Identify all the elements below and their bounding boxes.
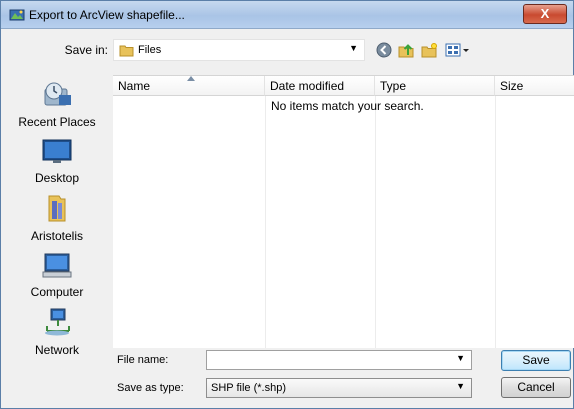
cancel-button[interactable]: Cancel bbox=[501, 377, 571, 398]
save-as-type-label: Save as type: bbox=[117, 382, 184, 394]
empty-message: No items match your search. bbox=[271, 99, 424, 113]
views-icon[interactable] bbox=[445, 41, 471, 59]
close-icon: X bbox=[540, 6, 550, 21]
place-recent-places[interactable]: Recent Places bbox=[9, 81, 105, 129]
save-in-value: Files bbox=[138, 44, 162, 56]
chevron-down-icon: ▼ bbox=[456, 381, 465, 391]
file-name-label: File name: bbox=[117, 354, 169, 366]
place-label: Recent Places bbox=[18, 115, 96, 129]
column-divider bbox=[265, 96, 266, 348]
close-button[interactable]: X bbox=[523, 4, 567, 24]
column-header-type[interactable]: Type bbox=[375, 76, 495, 96]
desktop-icon bbox=[42, 139, 72, 163]
save-button[interactable]: Save bbox=[501, 350, 571, 371]
place-label: Aristotelis bbox=[30, 229, 83, 243]
places-bar: Recent Places Desktop Aristotelis Comput… bbox=[9, 75, 105, 397]
place-network[interactable]: Network bbox=[9, 307, 105, 357]
save-in-label: Save in: bbox=[64, 43, 108, 57]
up-folder-icon[interactable] bbox=[398, 41, 415, 59]
chevron-down-icon: ▼ bbox=[349, 43, 358, 53]
computer-icon bbox=[42, 253, 72, 278]
column-header-date-modified[interactable]: Date modified bbox=[265, 76, 375, 96]
place-aristotelis[interactable]: Aristotelis bbox=[9, 193, 105, 243]
place-computer[interactable]: Computer bbox=[9, 251, 105, 299]
folder-icon bbox=[119, 45, 134, 57]
place-desktop[interactable]: Desktop bbox=[9, 137, 105, 185]
column-header-size[interactable]: Size bbox=[495, 76, 574, 96]
new-folder-icon[interactable] bbox=[421, 41, 438, 59]
column-header-name[interactable]: Name bbox=[113, 76, 265, 96]
app-icon bbox=[9, 9, 25, 21]
sort-up-icon bbox=[187, 76, 195, 81]
window-title: Export to ArcView shapefile... bbox=[29, 8, 185, 22]
place-label: Computer bbox=[30, 285, 84, 299]
place-label: Desktop bbox=[34, 171, 80, 185]
column-divider bbox=[375, 96, 376, 348]
network-icon bbox=[45, 308, 70, 336]
title-bar[interactable]: Export to ArcView shapefile... X bbox=[1, 1, 573, 29]
file-name-input[interactable]: ▼ bbox=[206, 350, 472, 370]
save-dialog: Export to ArcView shapefile... X Save in… bbox=[0, 0, 574, 409]
user-folder-icon bbox=[48, 195, 66, 222]
place-label: Network bbox=[34, 343, 79, 357]
column-divider bbox=[495, 96, 496, 348]
chevron-down-icon[interactable]: ▼ bbox=[456, 353, 465, 363]
file-list[interactable]: Name Date modified Type Size No items ma… bbox=[113, 75, 574, 348]
save-as-type-dropdown[interactable]: SHP file (*.shp) ▼ bbox=[206, 378, 472, 398]
recent-places-icon bbox=[44, 82, 71, 106]
save-in-dropdown[interactable]: Files ▼ bbox=[113, 39, 365, 61]
save-as-type-value: SHP file (*.shp) bbox=[211, 382, 286, 394]
back-icon[interactable] bbox=[376, 41, 392, 59]
